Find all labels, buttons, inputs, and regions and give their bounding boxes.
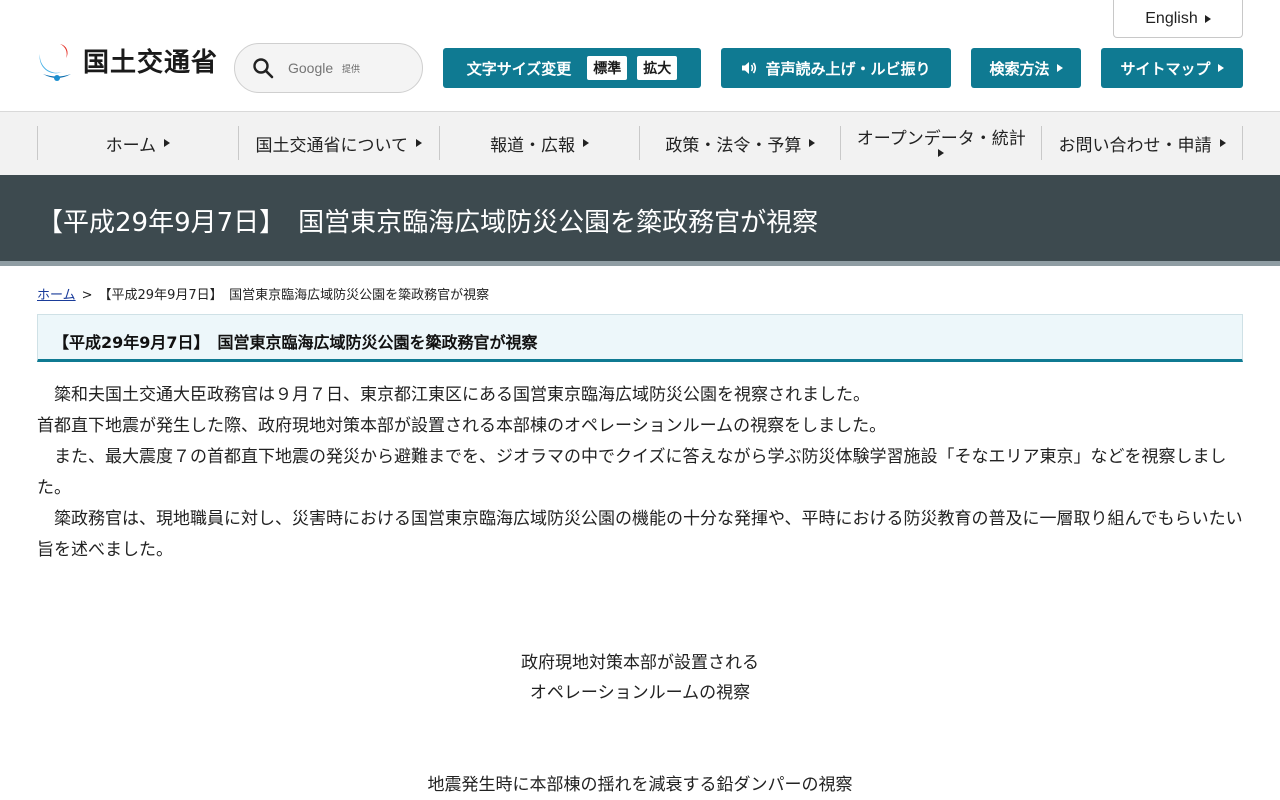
breadcrumb-current: 【平成29年9月7日】 国営東京臨海広域防災公園を簗政務官が視察 [98,288,490,303]
speaker-icon [742,62,757,74]
arrow-right-icon [1056,64,1063,72]
nav-item-contact[interactable]: お問い合わせ・申請 [1042,126,1243,160]
font-size-large-button[interactable]: 拡大 [637,56,678,80]
breadcrumb-home-link[interactable]: ホーム [37,288,76,303]
nav-item-label: 報道・広報 [490,135,576,156]
arrow-right-icon [938,149,945,157]
arrow-right-icon [809,139,816,147]
page-title: 【平成29年9月7日】 国営東京臨海広域防災公園を簗政務官が視察 [37,208,819,238]
search-icon[interactable] [252,57,274,79]
site-search[interactable]: 提供 [234,43,423,93]
nav-item-label: 国土交通省について [255,135,408,156]
photo-caption-1: 政府現地対策本部が設置される オペレーションルームの視察 [0,648,1280,708]
search-method-label: 検索方法 [989,59,1050,78]
arrow-right-icon [164,139,171,147]
article-paragraph: また、最大震度７の首都直下地震の発災から避難までを、ジオラマの中でクイズに答えな… [37,447,1227,498]
nav-item-home[interactable]: ホーム [38,126,239,160]
english-link[interactable]: English [1113,0,1243,38]
arrow-right-icon [1217,64,1224,72]
article-paragraph: 簗和夫国土交通大臣政務官は９月７日、東京都江東区にある国営東京臨海広域防災公園を… [37,385,870,405]
search-provided-label: 提供 [342,64,361,75]
breadcrumb-separator: > [81,288,93,303]
nav-item-press[interactable]: 報道・広報 [440,126,641,160]
global-nav-list: ホーム 国土交通省について 報道・広報 政策・法令・予算 オープンデータ・統計 … [37,126,1243,160]
sitemap-button[interactable]: サイトマップ [1101,48,1243,88]
page-title-banner: 【平成29年9月7日】 国営東京臨海広域防災公園を簗政務官が視察 [0,175,1280,266]
section-heading-box: 【平成29年9月7日】 国営東京臨海広域防災公園を簗政務官が視察 [37,314,1243,362]
nav-item-policy[interactable]: 政策・法令・予算 [640,126,842,160]
voice-ruby-button[interactable]: 音声読み上げ・ルビ振り [721,48,951,88]
search-method-button[interactable]: 検索方法 [971,48,1081,88]
article-body: 簗和夫国土交通大臣政務官は９月７日、東京都江東区にある国営東京臨海広域防災公園を… [37,380,1243,566]
arrow-right-icon [583,139,590,147]
nav-item-label: オープンデータ・統計 [856,129,1026,149]
logo-text: 国土交通省 [83,47,219,78]
nav-item-label: ホーム [105,135,157,156]
photo-caption-1-line1: 政府現地対策本部が設置される [521,653,759,673]
voice-ruby-label: 音声読み上げ・ルビ振り [765,59,931,78]
site-logo[interactable]: 国土交通省 [37,38,218,82]
article-paragraph: 首都直下地震が発生した際、政府現地対策本部が設置される本部棟のオペレーションルー… [37,416,887,436]
mlit-logo-icon [39,44,74,81]
site-header: 国土交通省 提供 English 文字サイズ変更 標準 拡大 音声読み上げ・ルビ… [0,0,1280,112]
photo-caption-1-line2: オペレーションルームの視察 [529,683,751,703]
font-size-control: 文字サイズ変更 標準 拡大 [443,48,701,88]
nav-item-opendata[interactable]: オープンデータ・統計 [841,126,1043,160]
font-size-label: 文字サイズ変更 [466,59,572,78]
photo-caption-2: 地震発生時に本部棟の揺れを減衰する鉛ダンパーの視察 [427,775,853,795]
sitemap-label: サイトマップ [1120,59,1211,78]
arrow-right-icon [415,139,422,147]
font-size-standard-button[interactable]: 標準 [587,56,628,80]
global-nav: ホーム 国土交通省について 報道・広報 政策・法令・予算 オープンデータ・統計 … [0,112,1280,175]
nav-item-label: 政策・法令・予算 [665,135,802,156]
breadcrumb: ホーム > 【平成29年9月7日】 国営東京臨海広域防災公園を簗政務官が視察 [37,284,489,303]
article-paragraph: 簗政務官は、現地職員に対し、災害時における国営東京臨海広域防災公園の機能の十分な… [37,509,1243,560]
arrow-right-icon [1219,139,1226,147]
english-link-label: English [1145,9,1198,27]
nav-item-label: お問い合わせ・申請 [1058,135,1212,156]
section-heading: 【平成29年9月7日】 国営東京臨海広域防災公園を簗政務官が視察 [53,333,538,352]
nav-item-about[interactable]: 国土交通省について [239,126,440,160]
arrow-right-icon [1204,14,1211,23]
